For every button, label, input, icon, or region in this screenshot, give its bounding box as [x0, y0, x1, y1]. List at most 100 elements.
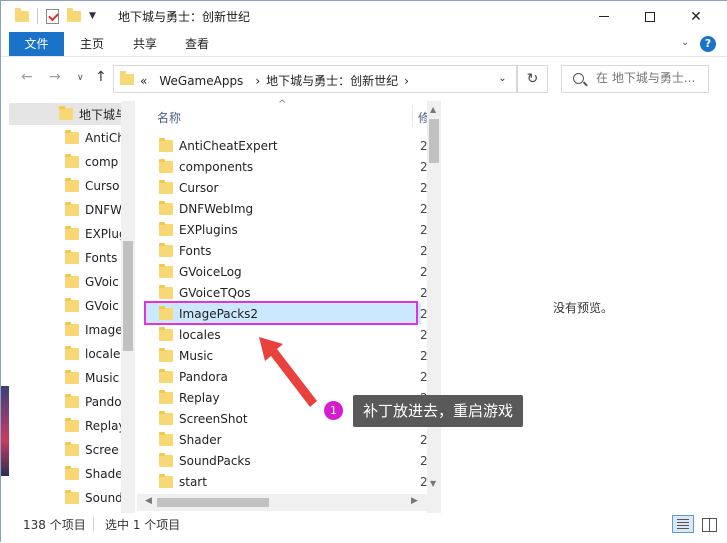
minimize-button[interactable] [581, 1, 627, 32]
folder-icon [159, 431, 173, 446]
nav-item[interactable]: Shade [65, 463, 123, 485]
tab-file[interactable]: 文件 [9, 32, 64, 56]
nav-pane-scrollbar[interactable] [121, 101, 135, 513]
back-arrow-icon[interactable]: ← [21, 69, 33, 85]
nav-item[interactable]: Image [65, 319, 123, 341]
folder-icon [65, 274, 79, 288]
item-name: Replay [179, 390, 220, 405]
list-item[interactable]: SoundPacks 2 [145, 450, 428, 471]
expand-ribbon-chevron-icon[interactable]: ⌄ [681, 37, 689, 48]
nav-item[interactable]: comp [65, 151, 118, 173]
list-item[interactable]: Shader 2 [145, 429, 428, 450]
preview-pane: 没有预览。 [441, 101, 727, 513]
recent-locations-chevron-icon[interactable]: ∨ [77, 73, 84, 83]
list-item[interactable]: Fonts 2 [145, 240, 428, 261]
nav-item-root[interactable]: 地下城与 [59, 103, 127, 125]
large-icons-view-icon[interactable] [698, 515, 720, 533]
file-list: ^ 名称 修 AntiCheatExpert 2 components 2 Curs… [137, 99, 441, 513]
properties-icon[interactable] [46, 8, 59, 24]
folder-icon [159, 221, 173, 236]
help-icon[interactable]: ? [700, 36, 716, 52]
nav-item-label: Scree [85, 443, 119, 457]
nav-item-label: Music [85, 371, 120, 385]
forward-arrow-icon[interactable]: → [49, 69, 61, 85]
horizontal-scrollbar[interactable]: ◀ ▶ [137, 494, 427, 511]
nav-item[interactable]: GVoic [65, 295, 119, 317]
scrollbar-thumb[interactable] [157, 498, 269, 507]
up-arrow-icon[interactable]: ↑ [95, 69, 107, 85]
scroll-left-arrow-icon[interactable]: ◀ [145, 496, 152, 506]
navigation-bar: ← → ∨ ↑ « WeGameApps › 地下城与勇士：创新世纪 › ⌄ ↻ [1, 57, 727, 101]
tab-home[interactable]: 主页 [74, 32, 110, 56]
item-name: components [179, 159, 254, 174]
nav-item[interactable]: locale [65, 343, 120, 365]
breadcrumb-separator[interactable]: › [404, 74, 409, 88]
folder-icon [65, 322, 79, 336]
background-image-fragment [1, 386, 9, 476]
list-item[interactable]: GVoiceLog 2 [145, 261, 428, 282]
scroll-up-arrow-icon[interactable]: ▲ [430, 105, 436, 114]
close-button[interactable]: ✕ [673, 1, 719, 32]
refresh-button[interactable]: ↻ [518, 65, 548, 93]
new-folder-icon[interactable] [67, 7, 81, 22]
scrollbar-thumb[interactable] [429, 119, 439, 163]
details-view-icon[interactable] [672, 515, 694, 533]
breadcrumb-overflow[interactable]: « [140, 74, 147, 88]
file-list-scrollbar[interactable]: ▲ ▼ [427, 101, 441, 513]
breadcrumb-separator[interactable]: › [255, 74, 260, 88]
nav-item[interactable]: GVoic [65, 271, 119, 293]
search-box[interactable] [561, 65, 709, 93]
list-item[interactable]: AntiCheatExpert 2 [145, 135, 428, 156]
list-item[interactable]: locales 2 [145, 324, 428, 345]
nav-item[interactable]: Scree [65, 439, 119, 461]
list-item[interactable]: Pandora 2 [145, 366, 428, 387]
folder-icon [65, 490, 79, 504]
breadcrumb-item[interactable]: WeGameApps [159, 74, 243, 88]
folder-icon [65, 370, 79, 384]
explorer-window: ▼ 地下城与勇士：创新世纪 ✕ 文件 主页 共享 查看 ⌄ ? ← → ∨ ↑ … [0, 0, 727, 543]
list-item[interactable]: Music 2 [145, 345, 428, 366]
folder-icon [65, 250, 79, 264]
nav-item[interactable]: EXPlug [65, 223, 127, 245]
list-item[interactable]: start 2 [145, 471, 428, 492]
maximize-button[interactable] [627, 1, 673, 32]
folder-icon [159, 179, 173, 194]
address-dropdown-chevron-icon[interactable]: ⌄ [488, 65, 518, 93]
folder-icon [159, 410, 173, 425]
folder-icon [65, 154, 79, 168]
nav-item[interactable]: Pando [65, 391, 122, 413]
separator [37, 8, 38, 24]
customize-toolbar-chevron-icon[interactable]: ▼ [89, 11, 96, 21]
column-header: ^ 名称 修 [137, 99, 441, 129]
tab-share[interactable]: 共享 [127, 32, 163, 56]
folder-icon [159, 158, 173, 173]
navigation-pane: 地下城与 AntiCh comp Curso DNFW EXPlug Fonts… [1, 101, 135, 513]
folder-icon [15, 7, 29, 22]
list-item[interactable]: components 2 [145, 156, 428, 177]
breadcrumb-item[interactable]: 地下城与勇士：创新世纪 [266, 74, 398, 88]
nav-item[interactable]: Sound [65, 487, 123, 509]
scroll-down-arrow-icon[interactable]: ▼ [430, 479, 436, 488]
folder-icon [159, 452, 173, 467]
nav-item[interactable]: Fonts [65, 247, 117, 269]
nav-item[interactable]: DNFW [65, 199, 122, 221]
item-name: Music [179, 348, 214, 363]
list-item[interactable]: DNFWebImg 2 [145, 198, 428, 219]
folder-icon [159, 368, 173, 383]
folder-icon [65, 226, 79, 240]
search-input[interactable] [596, 71, 706, 85]
column-header-name[interactable]: 名称 [157, 109, 181, 126]
list-item[interactable]: EXPlugins 2 [145, 219, 428, 240]
list-item[interactable]: Cursor 2 [145, 177, 428, 198]
scrollbar-thumb[interactable] [123, 241, 133, 351]
list-item[interactable]: GVoiceTQos 2 [145, 282, 428, 303]
column-divider[interactable] [412, 105, 413, 127]
scroll-right-arrow-icon[interactable]: ▶ [411, 496, 418, 506]
address-bar[interactable]: « WeGameApps › 地下城与勇士：创新世纪 › [113, 65, 517, 93]
nav-item[interactable]: Curso [65, 175, 120, 197]
tab-view[interactable]: 查看 [179, 32, 215, 56]
nav-item-label: 地下城与 [79, 107, 128, 122]
nav-item[interactable]: Replay [65, 415, 126, 437]
nav-item[interactable]: Music [65, 367, 119, 389]
nav-item[interactable]: AntiCh [65, 127, 125, 149]
